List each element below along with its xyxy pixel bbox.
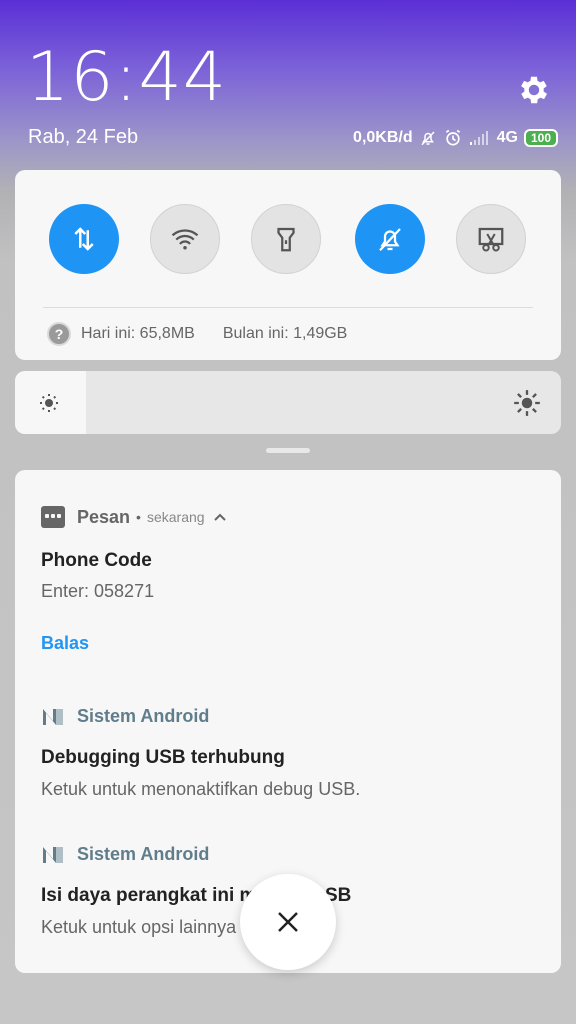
reply-button[interactable]: Balas (41, 633, 89, 654)
quick-settings-panel: ? Hari ini: 65,8MB Bulan ini: 1,49GB (15, 170, 561, 360)
alarm-clock-icon (445, 129, 460, 146)
date-label: Rab, 24 Feb (28, 126, 139, 148)
notification-time: sekarang (146, 509, 205, 525)
brightness-slider[interactable] (15, 371, 561, 434)
notification-header-android[interactable]: Sistem Android (41, 844, 209, 865)
brightness-high-icon (514, 390, 540, 416)
signal-bars-icon (469, 131, 488, 145)
silent-bell-icon (421, 131, 435, 146)
mobile-data-toggle[interactable] (49, 204, 119, 274)
notification-text: Ketuk untuk menonaktifkan debug USB. (41, 779, 361, 799)
quick-settings-divider (43, 307, 533, 308)
flashlight-icon (277, 227, 295, 252)
notification-text: Ketuk untuk opsi lainnya (41, 917, 237, 937)
screenshot-toggle[interactable] (456, 204, 526, 274)
drag-handle[interactable] (266, 448, 310, 453)
silent-toggle[interactable] (355, 204, 425, 274)
flashlight-toggle[interactable] (251, 204, 321, 274)
chevron-up-icon[interactable] (213, 512, 227, 522)
separator-dot: • (136, 509, 141, 525)
battery-indicator: 100 (523, 129, 558, 147)
question-icon: ? (47, 322, 71, 346)
app-name: Pesan (77, 506, 131, 527)
brightness-low-icon (40, 394, 58, 412)
settings-gear-icon[interactable] (516, 72, 552, 108)
clear-all-button[interactable] (240, 874, 336, 970)
app-name: Sistem Android (77, 706, 210, 726)
app-name: Sistem Android (77, 844, 210, 864)
bell-off-icon (379, 228, 401, 252)
notification-title: Isi daya perangkat ini m (41, 885, 257, 906)
wifi-toggle[interactable] (150, 204, 220, 274)
message-icon (41, 506, 65, 528)
status-bar: 0,0KB/d 4G 100 (353, 126, 558, 150)
notification-header-android[interactable]: Sistem Android (41, 706, 209, 727)
usage-month: Bulan ini: 1,49GB (222, 325, 348, 342)
wifi-icon (171, 229, 199, 250)
notification-text: Enter: 058271 (41, 581, 155, 601)
usage-today: Hari ini: 65,8MB (81, 325, 195, 342)
clock-time: 16:44 (26, 38, 227, 117)
network-type: 4G (496, 129, 518, 146)
notification-title: Debugging USB terhubung (41, 747, 285, 768)
close-x-icon (278, 912, 298, 932)
android-n-icon (43, 846, 63, 863)
scissors-screenshot-icon (478, 227, 504, 252)
data-usage-row: ? Hari ini: 65,8MB Bulan ini: 1,49GB (47, 322, 347, 346)
net-speed: 0,0KB/d (353, 129, 413, 146)
notification-header-pesan[interactable]: Pesan • sekarang (41, 506, 227, 528)
notification-title: Phone Code (41, 550, 152, 571)
data-arrows-icon (74, 227, 94, 251)
android-n-icon (43, 708, 63, 725)
